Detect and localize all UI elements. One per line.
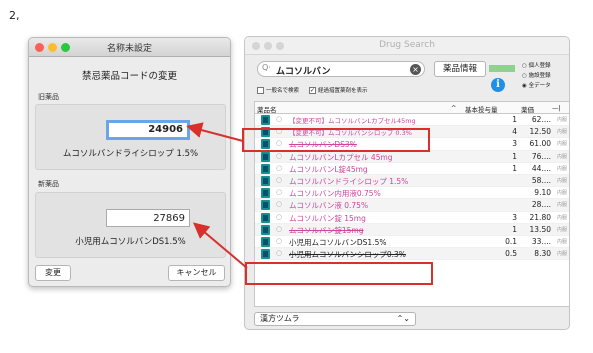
annotation-arrows [186,122,248,269]
arrow-to-old-code [186,122,244,142]
arrow-to-new-code [192,222,248,269]
